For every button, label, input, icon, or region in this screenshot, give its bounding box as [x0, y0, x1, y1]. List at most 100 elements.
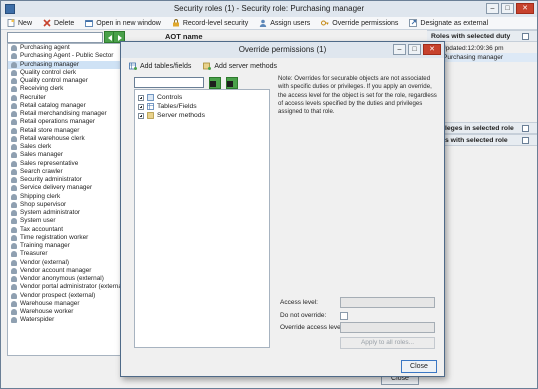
expand-icon[interactable]	[138, 94, 144, 101]
role-list-item[interactable]: Shipping clerk	[8, 193, 122, 201]
role-list-item[interactable]: Sales representative	[8, 160, 122, 168]
role-list-item[interactable]: Purchasing agent	[8, 44, 122, 52]
dialog-next-arrow-icon[interactable]	[226, 77, 238, 89]
role-icon	[11, 69, 17, 76]
role-list-item[interactable]: Quality control clerk	[8, 69, 122, 77]
role-label: Recruiter	[20, 93, 46, 101]
dialog-search-input[interactable]	[134, 77, 204, 88]
apply-to-all-roles-button[interactable]: Apply to all roles...	[340, 337, 435, 349]
dialog-close-x-button[interactable]: ✕	[423, 44, 441, 55]
method-add-icon	[203, 62, 212, 70]
override-permissions-button[interactable]: Override permissions	[321, 19, 398, 27]
close-button[interactable]: ✕	[516, 3, 534, 14]
dialog-previous-arrow-icon[interactable]	[209, 77, 221, 89]
role-label: Purchasing manager	[20, 60, 79, 68]
role-icon	[11, 160, 17, 167]
role-list-item[interactable]: Vendor account manager	[8, 267, 122, 275]
role-icon	[11, 267, 17, 274]
maximize-button[interactable]: □	[501, 3, 514, 14]
role-icon	[11, 292, 17, 299]
role-icon	[11, 201, 17, 208]
tree-node-server-methods[interactable]: Server methods	[135, 111, 269, 120]
role-icon	[11, 102, 17, 109]
role-result-item[interactable]: Purchasing manager	[441, 53, 537, 62]
role-label: Purchasing Agent - Public Sector	[20, 52, 114, 60]
access-level-field[interactable]	[340, 297, 435, 308]
permissions-tree: Controls Tables/Fields Server methods	[134, 89, 270, 348]
role-list-item[interactable]: Training manager	[8, 242, 122, 250]
role-list-item[interactable]: Security administrator	[8, 176, 122, 184]
role-list-item[interactable]: Sales manager	[8, 151, 122, 159]
role-label: Quality control manager	[20, 77, 88, 84]
role-list-item[interactable]: Waterspider	[8, 316, 122, 324]
role-list-item[interactable]: System user	[8, 217, 122, 225]
dialog-title: Override permissions (1)	[238, 45, 327, 54]
collapse-icon[interactable]	[522, 137, 529, 144]
override-permissions-dialog: Override permissions (1) – □ ✕ Add table…	[120, 41, 445, 377]
role-list-item[interactable]: Service delivery manager	[8, 184, 122, 192]
role-list-item[interactable]: Receiving clerk	[8, 85, 122, 93]
do-not-override-checkbox[interactable]	[340, 312, 348, 320]
collapse-icon[interactable]	[522, 125, 529, 132]
role-list-item[interactable]: Treasurer	[8, 250, 122, 258]
assign-users-button[interactable]: Assign users	[259, 19, 310, 27]
role-icon	[11, 259, 17, 266]
role-search-input[interactable]	[7, 32, 103, 43]
role-icon	[11, 317, 17, 324]
role-list-item[interactable]: Vendor (external)	[8, 259, 122, 267]
role-list-item[interactable]: Warehouse manager	[8, 300, 122, 308]
role-list-item[interactable]: Recruiter	[8, 94, 122, 102]
role-label: Vendor portal administrator (external)	[20, 283, 123, 291]
collapse-icon[interactable]	[522, 33, 529, 40]
role-icon	[11, 86, 17, 93]
role-list-item[interactable]: Retail warehouse clerk	[8, 135, 122, 143]
record-level-security-button[interactable]: Record-level security	[172, 19, 248, 27]
role-label: Service delivery manager	[20, 184, 93, 192]
dialog-maximize-button[interactable]: □	[408, 44, 421, 55]
new-button[interactable]: New	[7, 19, 32, 27]
role-list-item[interactable]: Vendor anonymous (external)	[8, 275, 122, 283]
key-icon	[321, 20, 329, 26]
delete-button[interactable]: Delete	[43, 19, 74, 27]
role-list-item[interactable]: Retail store manager	[8, 127, 122, 135]
role-label: Quality control clerk	[20, 68, 77, 76]
role-label: Sales representative	[20, 159, 79, 167]
role-list-item[interactable]: Sales clerk	[8, 143, 122, 151]
role-list-item[interactable]: Time registration worker	[8, 234, 122, 242]
role-list-item[interactable]: Quality control manager	[8, 77, 122, 85]
minimize-button[interactable]: –	[486, 3, 499, 14]
add-tables-fields-button[interactable]: Add tables/fields	[129, 62, 191, 70]
add-server-methods-button[interactable]: Add server methods	[203, 62, 277, 70]
role-list-item[interactable]: Vendor portal administrator (external)	[8, 283, 122, 291]
expand-icon[interactable]	[138, 103, 144, 110]
role-icon	[11, 251, 17, 258]
role-list-item[interactable]: Shop supervisor	[8, 201, 122, 209]
role-list-item[interactable]: Search crawler	[8, 168, 122, 176]
role-list-item[interactable]: Vendor prospect (external)	[8, 292, 122, 300]
role-list-item[interactable]: System administrator	[8, 209, 122, 217]
designate-external-button[interactable]: Designate as external	[409, 19, 488, 27]
role-list-item[interactable]: Retail catalog manager	[8, 102, 122, 110]
tree-node-tables-fields[interactable]: Tables/Fields	[135, 102, 269, 111]
role-label: System user	[20, 217, 56, 225]
expand-icon[interactable]	[138, 112, 144, 119]
role-icon	[11, 168, 17, 175]
role-list-item[interactable]: Purchasing Agent - Public Sector	[8, 52, 122, 60]
role-list-item[interactable]: Tax accountant	[8, 226, 122, 234]
role-list-item[interactable]: Warehouse worker	[8, 308, 122, 316]
role-label: Receiving clerk	[20, 85, 64, 93]
dialog-close-button[interactable]: Close	[401, 360, 437, 373]
new-icon	[7, 19, 15, 27]
role-icon	[11, 284, 17, 291]
role-label: Warehouse worker	[20, 308, 74, 315]
role-icon	[11, 218, 17, 225]
role-list-item[interactable]: Retail operations manager	[8, 118, 122, 126]
role-list-item[interactable]: Purchasing manager	[8, 60, 122, 69]
open-new-window-button[interactable]: Open in new window	[85, 19, 161, 27]
dialog-minimize-button[interactable]: –	[393, 44, 406, 55]
role-label: Waterspider	[20, 316, 55, 324]
tree-node-controls[interactable]: Controls	[135, 93, 269, 102]
role-list-item[interactable]: Retail merchandising manager	[8, 110, 122, 118]
controls-icon	[147, 94, 154, 101]
override-access-level-field[interactable]	[340, 322, 435, 333]
